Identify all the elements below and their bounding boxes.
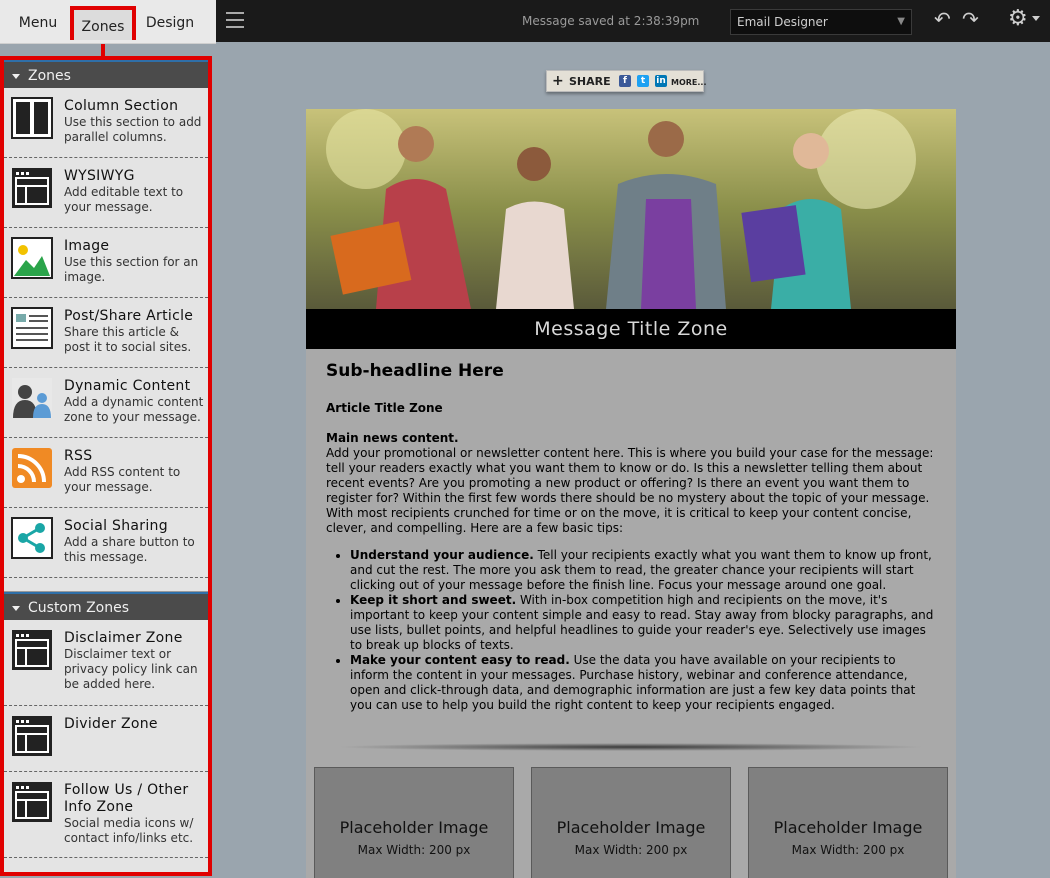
- tip-bold: Understand your audience.: [350, 548, 534, 562]
- rss-icon: [12, 448, 52, 488]
- zone-title: Column Section: [64, 98, 179, 114]
- zones-header-label: Zones: [28, 68, 71, 84]
- article-title-zone[interactable]: Article Title Zone: [326, 401, 443, 415]
- share-icon: [11, 517, 53, 559]
- zone-desc: Add a share button to this message.: [64, 535, 195, 564]
- hamburger-menu-icon[interactable]: [226, 12, 244, 28]
- sub-headline[interactable]: Sub-headline Here: [326, 361, 504, 381]
- tab-menu[interactable]: Menu: [10, 6, 66, 40]
- zone-social-sharing[interactable]: Social Sharing Add a share button to thi…: [4, 508, 208, 578]
- placeholder-image[interactable]: Placeholder Image Max Width: 200 px: [748, 767, 948, 878]
- save-status: Message saved at 2:38:39pm: [522, 14, 700, 28]
- redo-icon[interactable]: ↷: [962, 9, 979, 29]
- zone-title: Follow Us / Other Info Zone: [64, 782, 189, 815]
- zones-section-header[interactable]: Zones: [4, 60, 208, 88]
- main-news-content[interactable]: Main news content. Add your promotional …: [326, 431, 936, 713]
- zone-divider[interactable]: Divider Zone: [4, 706, 208, 772]
- zone-desc: Disclaimer text or privacy policy link c…: [64, 647, 198, 691]
- layout-icon: [12, 782, 52, 822]
- placeholder-size: Max Width: 200 px: [791, 843, 905, 857]
- zone-column-section[interactable]: Column Section Use this section to add p…: [4, 88, 208, 158]
- designer-select[interactable]: Email Designer ▼: [730, 9, 912, 35]
- zone-rss[interactable]: RSS Add RSS content to your message.: [4, 438, 208, 508]
- zone-title: WYSIWYG: [64, 168, 135, 184]
- zone-post-share-article[interactable]: Post/Share Article Share this article & …: [4, 298, 208, 368]
- custom-zones-section-header[interactable]: Custom Zones: [4, 592, 208, 620]
- share-widget[interactable]: + SHARE f t in MORE...: [546, 70, 707, 92]
- zones-panel: Zones Column Section Use this section to…: [0, 56, 212, 876]
- placeholder-image[interactable]: Placeholder Image Max Width: 200 px: [531, 767, 731, 878]
- triangle-down-icon: [12, 605, 20, 611]
- zone-desc: Add editable text to your message.: [64, 185, 184, 214]
- layout-icon: [12, 168, 52, 208]
- zone-desc: Use this section for an image.: [64, 255, 199, 284]
- placeholder-image[interactable]: Placeholder Image Max Width: 200 px: [314, 767, 514, 878]
- placeholder-size: Max Width: 200 px: [357, 843, 471, 857]
- main-content-label: Main news content.: [326, 431, 459, 445]
- linkedin-icon[interactable]: in: [655, 75, 667, 87]
- placeholder-size: Max Width: 200 px: [574, 843, 688, 857]
- column-icon: [11, 97, 53, 139]
- message-title-zone[interactable]: Message Title Zone: [306, 309, 956, 349]
- tip-bold: Keep it short and sweet.: [350, 593, 517, 607]
- zone-image[interactable]: Image Use this section for an image.: [4, 228, 208, 298]
- zone-desc: Social media icons w/ contact info/links…: [64, 816, 194, 845]
- zone-title: RSS: [64, 448, 93, 464]
- zone-desc: Add a dynamic content zone to your messa…: [64, 395, 204, 424]
- triangle-down-icon: [12, 73, 20, 79]
- placeholder-title: Placeholder Image: [339, 818, 489, 837]
- zone-desc: Use this section to add parallel columns…: [64, 115, 202, 144]
- email-canvas: Message Title Zone Sub-headline Here Art…: [306, 109, 956, 878]
- zone-dynamic-content[interactable]: Dynamic Content Add a dynamic content zo…: [4, 368, 208, 438]
- tips-list: Understand your audience. Tell your reci…: [326, 548, 936, 713]
- gear-caret-icon[interactable]: [1032, 16, 1040, 21]
- zone-wysiwyg[interactable]: WYSIWYG Add editable text to your messag…: [4, 158, 208, 228]
- zone-title: Social Sharing: [64, 518, 168, 534]
- hero-image[interactable]: [306, 109, 956, 309]
- share-more-link[interactable]: MORE...: [671, 78, 707, 87]
- top-toolbar: Message saved at 2:38:39pm Email Designe…: [216, 0, 1050, 42]
- divider-shadow: [336, 743, 926, 751]
- main-content-text: Add your promotional or newsletter conte…: [326, 446, 934, 535]
- zone-title: Dynamic Content: [64, 378, 191, 394]
- zone-title: Post/Share Article: [64, 308, 194, 324]
- share-label: SHARE: [569, 75, 611, 88]
- list-item: Make your content easy to read. Use the …: [350, 653, 936, 713]
- image-icon: [11, 237, 53, 279]
- zone-title: Image: [64, 238, 110, 254]
- placeholder-title: Placeholder Image: [773, 818, 923, 837]
- list-item: Keep it short and sweet. With in-box com…: [350, 593, 936, 653]
- users-icon: [12, 378, 52, 418]
- list-item: Understand your audience. Tell your reci…: [350, 548, 936, 593]
- zone-follow-us[interactable]: Follow Us / Other Info Zone Social media…: [4, 772, 208, 858]
- placeholder-title: Placeholder Image: [556, 818, 706, 837]
- twitter-icon[interactable]: t: [637, 75, 649, 87]
- left-nav-tabs: Menu Zones Design: [0, 0, 216, 44]
- facebook-icon[interactable]: f: [619, 75, 631, 87]
- tab-zones[interactable]: Zones: [70, 6, 136, 40]
- designer-select-value: Email Designer: [737, 15, 828, 29]
- gear-icon[interactable]: ⚙: [1008, 8, 1028, 30]
- zone-title: Disclaimer Zone: [64, 630, 183, 646]
- zone-desc: Add RSS content to your message.: [64, 465, 181, 494]
- article-icon: [11, 307, 53, 349]
- custom-zones-header-label: Custom Zones: [28, 600, 130, 616]
- plus-icon: +: [552, 73, 564, 89]
- layout-icon: [12, 630, 52, 670]
- chevron-down-icon: ▼: [897, 16, 905, 27]
- zone-disclaimer[interactable]: Disclaimer Zone Disclaimer text or priva…: [4, 620, 208, 706]
- section-gap: [4, 578, 208, 592]
- tip-bold: Make your content easy to read.: [350, 653, 570, 667]
- undo-icon[interactable]: ↶: [934, 9, 951, 29]
- layout-icon: [12, 716, 52, 756]
- tab-design[interactable]: Design: [138, 6, 202, 40]
- zone-desc: Share this article & post it to social s…: [64, 325, 192, 354]
- zone-title: Divider Zone: [64, 716, 158, 732]
- highlight-connector: [101, 44, 105, 56]
